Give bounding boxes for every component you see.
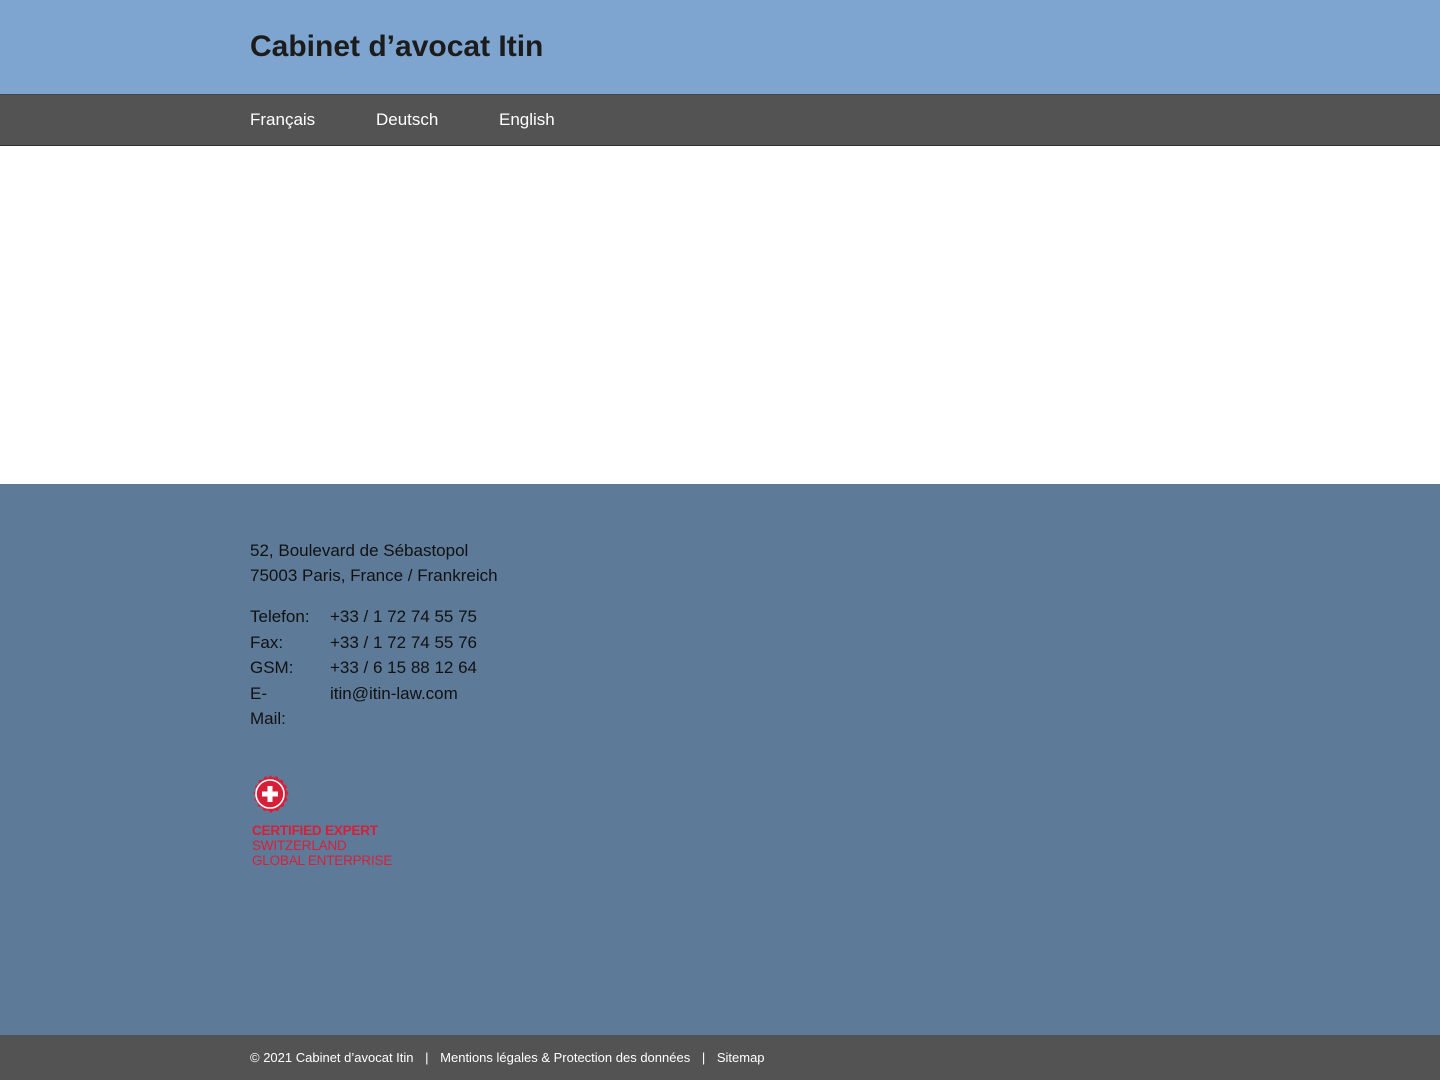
main-content bbox=[0, 146, 1440, 484]
nav-item-francais[interactable]: Français bbox=[250, 110, 315, 130]
separator: | bbox=[425, 1050, 429, 1065]
address-city: 75003 Paris, France / Frankreich bbox=[250, 566, 498, 585]
address-street: 52, Boulevard de Sébastopol bbox=[250, 541, 469, 560]
badge-line-2: SWITZERLAND bbox=[252, 838, 347, 853]
badge-line-1: CERTIFIED EXPERT bbox=[252, 823, 378, 838]
sitemap-link[interactable]: Sitemap bbox=[717, 1050, 765, 1065]
swiss-cross-seal-icon bbox=[253, 775, 289, 813]
separator: | bbox=[701, 1050, 706, 1065]
copyright-text: © 2021 Cabinet d’avocat Itin bbox=[250, 1050, 414, 1065]
contact-label: Telefon: bbox=[250, 607, 310, 626]
legal-notice-link[interactable]: Mentions légales & Protection des donnée… bbox=[440, 1050, 690, 1065]
bottom-bar: © 2021 Cabinet d’avocat Itin | Mentions … bbox=[0, 1035, 1440, 1080]
site-title[interactable]: Cabinet d’avocat Itin bbox=[250, 30, 543, 64]
language-nav: Français Deutsch English bbox=[0, 94, 1440, 147]
fax-number: +33 / 1 72 74 55 76 bbox=[330, 632, 477, 652]
mobile-number[interactable]: +33 / 6 15 88 12 64 bbox=[330, 655, 477, 680]
badge-line-3: GLOBAL ENTERPRISE bbox=[252, 853, 393, 868]
bottom-bar-links: © 2021 Cabinet d’avocat Itin | Mentions … bbox=[250, 1050, 765, 1065]
contact-label: E-Mail: bbox=[250, 683, 286, 728]
email-link[interactable]: itin@itin-law.com bbox=[330, 681, 458, 706]
address: 52, Boulevard de Sébastopol 75003 Paris,… bbox=[250, 538, 498, 588]
footer: 52, Boulevard de Sébastopol 75003 Paris,… bbox=[0, 484, 1440, 1035]
nav-item-deutsch[interactable]: Deutsch bbox=[376, 110, 438, 130]
site-header: Cabinet d’avocat Itin bbox=[0, 0, 1440, 94]
nav-item-english[interactable]: English bbox=[499, 110, 555, 130]
certified-expert-badge[interactable]: CERTIFIED EXPERT SWITZERLAND GLOBAL ENTE… bbox=[250, 775, 410, 871]
phone-number[interactable]: +33 / 1 72 74 55 75 bbox=[330, 604, 477, 629]
contact-label: Fax: bbox=[250, 632, 284, 652]
contact-label: GSM: bbox=[250, 658, 294, 677]
